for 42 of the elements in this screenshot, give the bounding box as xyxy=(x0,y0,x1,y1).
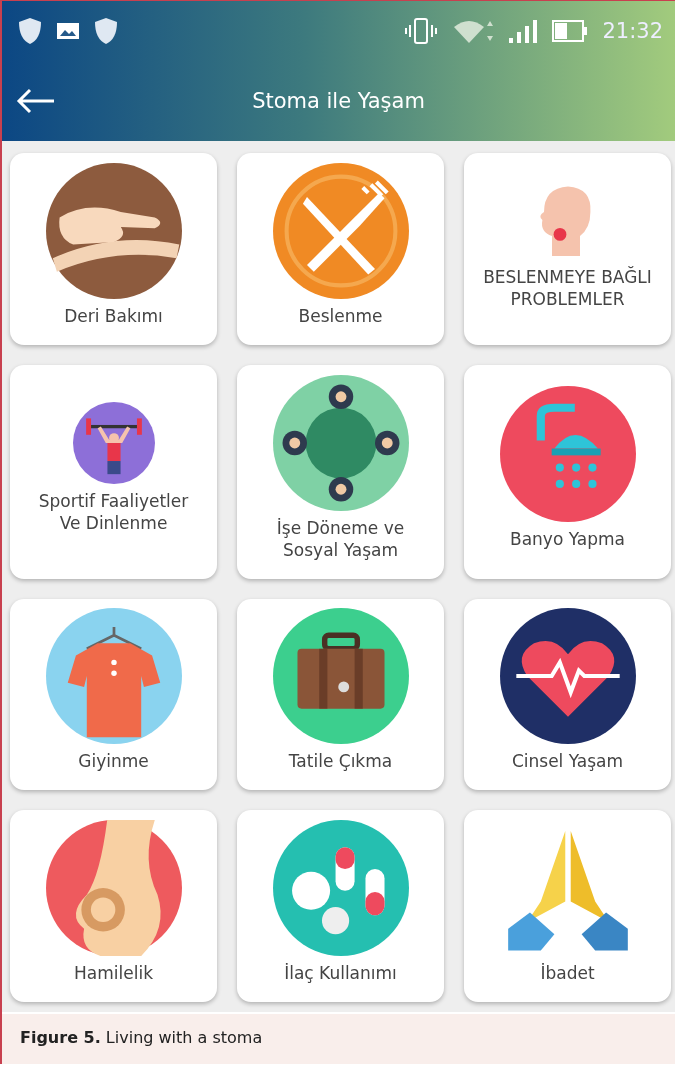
signal-icon xyxy=(508,18,539,44)
category-card[interactable]: İbadet xyxy=(464,810,671,1002)
card-label: Banyo Yapma xyxy=(510,527,625,550)
card-label: Deri Bakımı xyxy=(64,304,163,327)
card-label: İbadet xyxy=(540,962,595,985)
card-label: Beslenme xyxy=(298,304,383,327)
card-label: İlaç Kullanımı xyxy=(284,962,397,985)
category-card[interactable]: Cinsel Yaşam xyxy=(464,598,671,791)
category-card[interactable]: Hamilelik xyxy=(10,810,217,1002)
card-label: Cinsel Yaşam xyxy=(511,750,624,773)
card-label: İşe Döneme ve Sosyal Yaşam xyxy=(275,516,406,561)
shirt-icon xyxy=(45,608,182,745)
weightlifter-icon xyxy=(72,401,155,484)
shower-icon xyxy=(499,385,636,522)
shield-icon xyxy=(18,17,42,45)
heartbeat-icon xyxy=(499,608,636,745)
card-label: BESLENMEYE BAĞLI PROBLEMLER xyxy=(482,265,653,310)
category-card[interactable]: BESLENMEYE BAĞLI PROBLEMLER xyxy=(464,153,671,345)
category-card[interactable]: Beslenme xyxy=(237,153,444,345)
card-label: Giyinme xyxy=(78,750,149,773)
screen-title: Stoma ile Yaşam xyxy=(252,89,425,113)
category-card[interactable]: Deri Bakımı xyxy=(10,153,217,345)
category-card[interactable]: Tatile Çıkma xyxy=(237,598,444,791)
battery-icon xyxy=(552,20,589,42)
status-time: 21:32 xyxy=(602,19,663,43)
card-label: Hamilelik xyxy=(74,962,153,985)
figure-caption: Figure 5. Living with a stoma xyxy=(2,1012,675,1064)
hand-icon xyxy=(45,162,182,299)
vibrate-icon xyxy=(404,17,439,45)
pills-icon xyxy=(272,820,409,957)
suitcase-icon xyxy=(272,608,409,745)
image-icon xyxy=(56,21,80,41)
category-card[interactable]: Banyo Yapma xyxy=(464,364,671,579)
card-label: Tatile Çıkma xyxy=(288,750,393,773)
back-button[interactable] xyxy=(16,88,56,114)
category-card[interactable]: İlaç Kullanımı xyxy=(237,810,444,1002)
category-card[interactable]: Giyinme xyxy=(10,598,217,791)
meeting-table-icon xyxy=(272,374,409,511)
shield-icon xyxy=(94,17,118,45)
category-card[interactable]: Sportif Faaliyetler Ve Dinlenme xyxy=(10,364,217,579)
category-card[interactable]: İşe Döneme ve Sosyal Yaşam xyxy=(237,364,444,579)
card-label: Sportif Faaliyetler Ve Dinlenme xyxy=(37,489,190,534)
